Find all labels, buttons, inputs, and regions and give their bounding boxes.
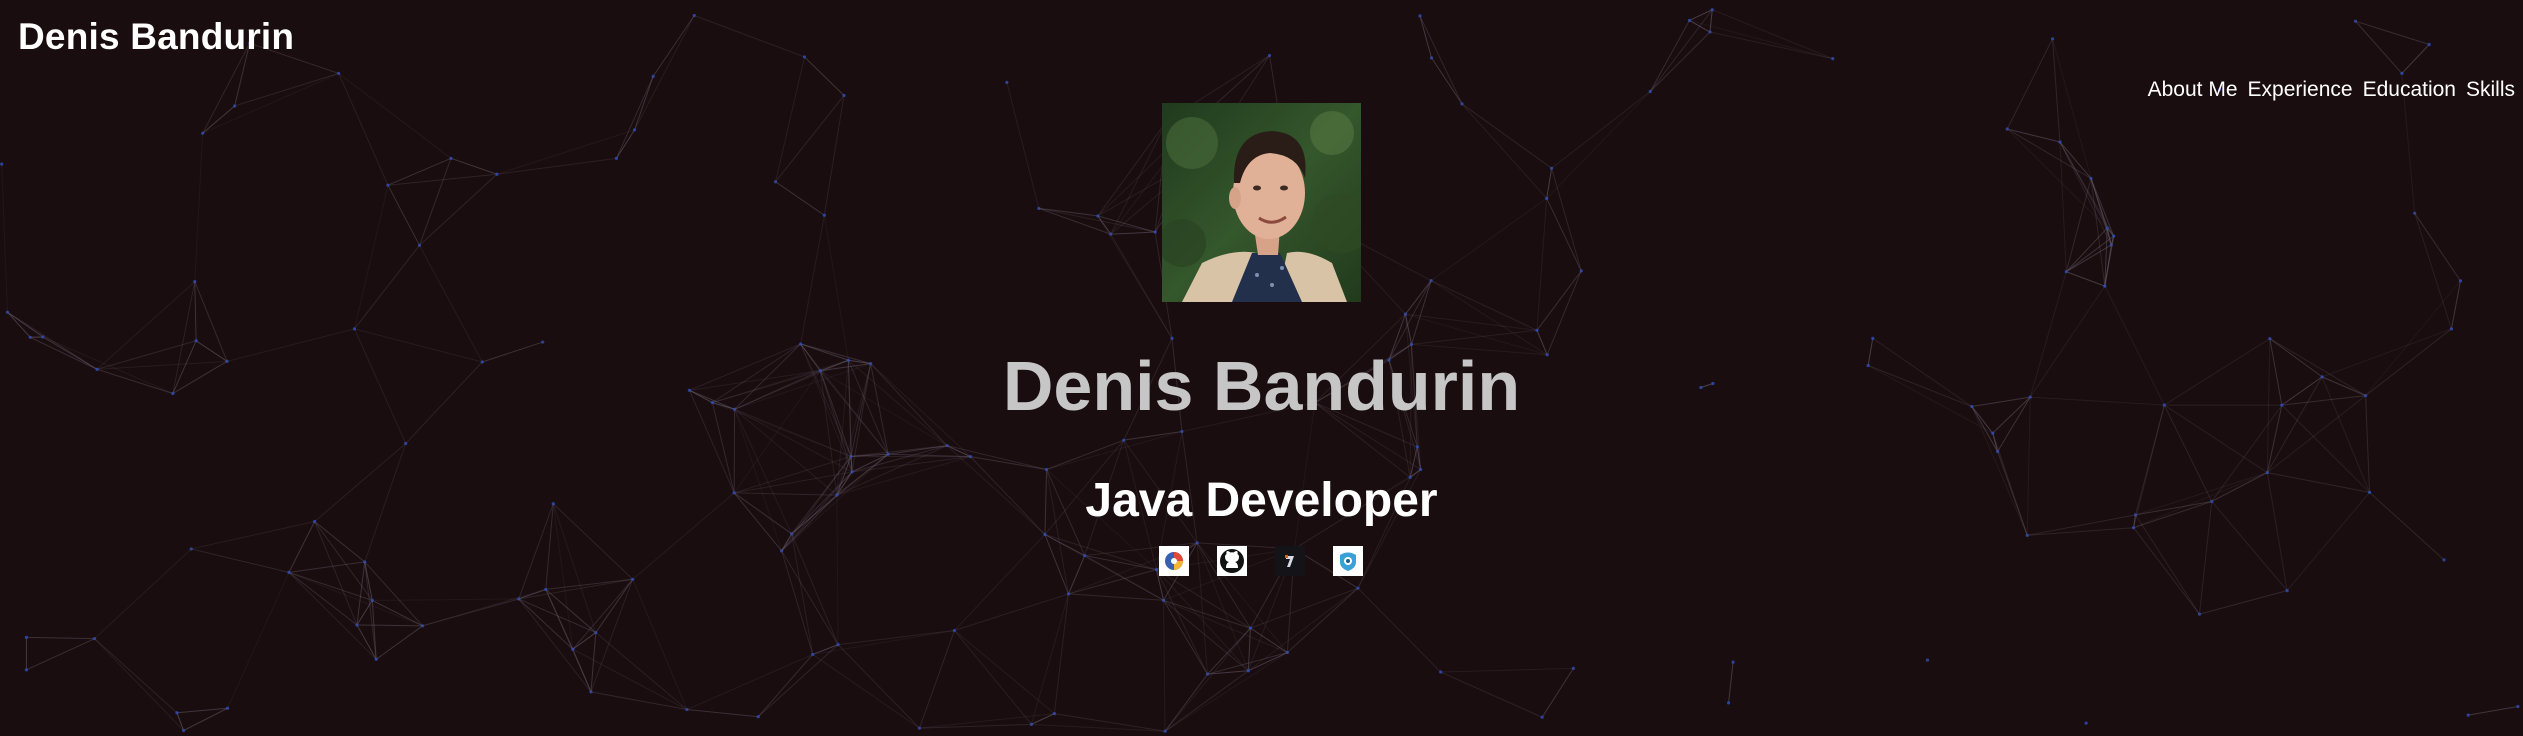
site-brand[interactable]: Denis Bandurin: [18, 16, 294, 58]
codewars-icon[interactable]: [1275, 546, 1305, 576]
nav-item-experience[interactable]: Experience: [2248, 78, 2353, 102]
nav-item-education[interactable]: Education: [2363, 78, 2456, 102]
hero-name: Denis Bandurin: [1002, 347, 1521, 425]
hero-role: Java Developer: [1085, 474, 1438, 527]
page-background: Denis Bandurin About Me Experience Educa…: [0, 0, 2523, 736]
tryhackme-icon[interactable]: [1333, 546, 1363, 576]
social-links: [1159, 546, 1363, 576]
avatar: [1162, 103, 1361, 302]
main-nav: About Me Experience Education Skills: [2148, 78, 2515, 102]
nav-item-skills[interactable]: Skills: [2466, 78, 2515, 102]
nav-item-about-me[interactable]: About Me: [2148, 78, 2238, 102]
linkedin-like-icon[interactable]: [1159, 546, 1189, 576]
github-icon[interactable]: [1217, 546, 1247, 576]
